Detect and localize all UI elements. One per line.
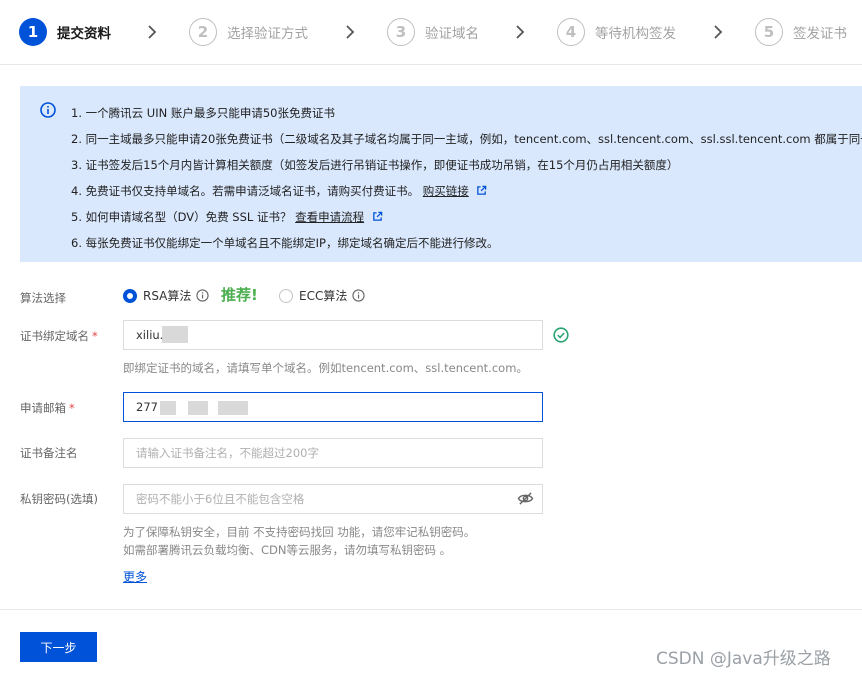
step-4: 4 等待机构签发 [557, 16, 676, 48]
step-label: 验证域名 [425, 26, 479, 42]
info-circle-icon[interactable] [196, 289, 210, 302]
domain-field-label: 证书绑定域名 * [20, 328, 98, 344]
required-mark: * [92, 329, 98, 343]
rsa-label: RSA算法 [143, 289, 192, 303]
step-number: 2 [189, 18, 217, 46]
alias-placeholder: 请输入证书备注名，不能超过200字 [136, 446, 319, 460]
steps-bar: 1 提交资料 2 选择验证方式 3 验证域名 4 等待机构签发 5 签发证书 [0, 0, 862, 65]
notice-item: 1. 一个腾讯云 UIN 账户最多只能申请50张免费证书 [71, 106, 335, 120]
chevron-right-icon [148, 25, 157, 39]
recommend-tag: 推荐! [221, 286, 258, 304]
info-icon [40, 102, 56, 118]
step-label: 等待机构签发 [595, 26, 676, 42]
step-number: 1 [19, 18, 47, 46]
radio-unchecked-icon[interactable] [279, 288, 293, 303]
notice-text: 4. 免费证书仅支持单域名。若需申请泛域名证书，请购买付费证书。 [71, 184, 420, 198]
key-password-placeholder: 密码不能小于6位且不能包含空格 [136, 492, 305, 506]
external-link-icon[interactable] [476, 185, 487, 196]
algorithm-label: 算法选择 [20, 291, 66, 305]
redaction-mask [162, 326, 188, 343]
notice-item: 2. 同一主域最多只能申请20张免费证书（二级域名及其子域名均属于同一主域，例如… [71, 132, 862, 146]
step-1: 1 提交资料 [19, 16, 111, 48]
required-mark: * [69, 401, 75, 415]
step-number: 5 [755, 18, 783, 46]
check-circle-icon [553, 327, 569, 343]
step-label: 选择验证方式 [227, 26, 308, 42]
key-password-input[interactable]: 密码不能小于6位且不能包含空格 [123, 484, 543, 514]
eye-off-icon[interactable] [517, 491, 534, 506]
chevron-right-icon [714, 25, 723, 39]
step-label: 签发证书 [793, 26, 847, 42]
notice-item: 5. 如何申请域名型（DV）免费 SSL 证书？ 查看申请流程 [71, 204, 862, 230]
step-number: 4 [557, 18, 585, 46]
chevron-right-icon [346, 25, 355, 39]
notice-item: 4. 免费证书仅支持单域名。若需申请泛域名证书，请购买付费证书。 购买链接 [71, 178, 862, 204]
domain-hint: 即绑定证书的域名，请填写单个域名。例如tencent.com、ssl.tence… [123, 361, 528, 375]
step-5: 5 签发证书 [755, 16, 847, 48]
info-circle-icon[interactable] [352, 289, 365, 302]
redaction-mask [160, 401, 176, 415]
key-password-label: 私钥密码(选填) [20, 492, 98, 506]
step-label: 提交资料 [57, 26, 111, 42]
email-field-label: 申请邮箱 * [20, 400, 75, 416]
alias-label: 证书备注名 [20, 446, 78, 460]
chevron-right-icon [516, 25, 525, 39]
notice-item: 6. 每张免费证书仅能绑定一个单域名且不能绑定IP，绑定域名确定后不能进行修改。 [71, 236, 499, 250]
watermark: CSDN @Java升级之路 [656, 649, 831, 669]
buy-link[interactable]: 购买链接 [423, 184, 469, 198]
ecc-radio[interactable]: ECC算法 [279, 287, 365, 304]
email-label-text: 申请邮箱 [20, 401, 66, 415]
footer-divider [0, 609, 862, 610]
notice-list: 1. 一个腾讯云 UIN 账户最多只能申请50张免费证书 2. 同一主域最多只能… [71, 100, 862, 256]
notice-text: 5. 如何申请域名型（DV）免费 SSL 证书？ [71, 210, 292, 224]
rsa-radio[interactable]: RSA算法 [123, 287, 210, 304]
key-hint-1: 为了保障私钥安全，目前 不支持密码找回 功能，请您牢记私钥密码。 [123, 525, 476, 539]
email-input[interactable]: 277 [123, 392, 543, 422]
ecc-label: ECC算法 [299, 289, 348, 303]
more-link[interactable]: 更多 [123, 568, 147, 585]
guide-link[interactable]: 查看申请流程 [295, 210, 364, 224]
radio-checked-icon[interactable] [123, 288, 137, 303]
redaction-mask [218, 401, 248, 415]
step-3: 3 验证域名 [387, 16, 479, 48]
redaction-mask [188, 401, 208, 415]
step-number: 3 [387, 18, 415, 46]
next-step-button[interactable]: 下一步 [20, 632, 97, 662]
notice-item: 3. 证书签发后15个月内皆计算相关额度（如签发后进行吊销证书操作，即便证书成功… [71, 158, 679, 172]
notice-box: 1. 一个腾讯云 UIN 账户最多只能申请50张免费证书 2. 同一主域最多只能… [20, 86, 862, 262]
key-hint-2: 如需部署腾讯云负载均衡、CDN等云服务，请勿填写私钥密码 。 [123, 543, 452, 557]
domain-label-text: 证书绑定域名 [20, 329, 89, 343]
email-value: 277 [136, 400, 158, 414]
external-link-icon[interactable] [372, 211, 383, 222]
step-2: 2 选择验证方式 [189, 16, 308, 48]
alias-input[interactable]: 请输入证书备注名，不能超过200字 [123, 438, 543, 468]
